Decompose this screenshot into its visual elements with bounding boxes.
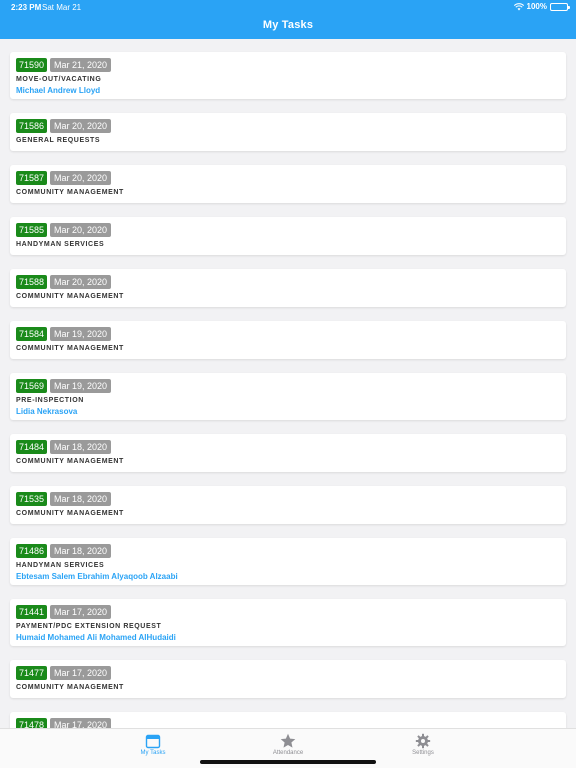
task-id-badge: 71586 — [16, 119, 48, 133]
battery-icon — [550, 2, 570, 11]
gear-icon — [415, 733, 431, 749]
task-badges: 71588 Mar 20, 2020 — [16, 275, 560, 289]
task-id-badge: 71486 — [16, 544, 48, 558]
task-category: COMMUNITY MANAGEMENT — [16, 345, 124, 352]
task-badges: 71584 Mar 19, 2020 — [16, 327, 560, 341]
task-card[interactable]: 71477 Mar 17, 2020 COMMUNITY MANAGEMENT — [10, 660, 566, 698]
task-badges: 71486 Mar 18, 2020 — [16, 544, 560, 558]
wifi-icon — [513, 2, 524, 10]
task-date-badge: Mar 19, 2020 — [50, 327, 112, 341]
task-card[interactable]: 71588 Mar 20, 2020 COMMUNITY MANAGEMENT — [10, 269, 566, 307]
task-badges: 71590 Mar 21, 2020 — [16, 58, 560, 72]
task-badges: 71484 Mar 18, 2020 — [16, 440, 560, 454]
task-badges: 71477 Mar 17, 2020 — [16, 666, 560, 680]
task-id-badge: 71588 — [16, 275, 48, 289]
task-card[interactable]: 71441 Mar 17, 2020 PAYMENT/PDC EXTENSION R… — [10, 599, 566, 646]
task-card[interactable]: 71584 Mar 19, 2020 COMMUNITY MANAGEMENT — [10, 321, 566, 359]
task-category: PAYMENT/PDC EXTENSION REQUEST — [16, 623, 162, 630]
task-id-badge: 71441 — [16, 605, 48, 619]
tab-my-tasks[interactable]: My Tasks — [123, 733, 183, 756]
task-card[interactable]: 71586 Mar 20, 2020 GENERAL REQUESTS — [10, 113, 566, 151]
page-title: My Tasks — [262, 19, 314, 31]
task-date-badge: Mar 19, 2020 — [50, 379, 112, 393]
task-card[interactable]: 71585 Mar 20, 2020 HANDYMAN SERVICES — [10, 217, 566, 255]
task-date-badge: Mar 20, 2020 — [50, 119, 112, 133]
task-date-badge: Mar 20, 2020 — [50, 275, 112, 289]
tab-settings[interactable]: Settings — [393, 733, 453, 756]
task-category: COMMUNITY MANAGEMENT — [16, 510, 124, 517]
task-id-badge: 71478 — [16, 718, 48, 728]
task-id-badge: 71569 — [16, 379, 48, 393]
task-list[interactable]: 71590 Mar 21, 2020 MOVE-OUT/VACATING Michae… — [0, 39, 576, 728]
task-category: MOVE-OUT/VACATING — [16, 76, 102, 83]
task-date-badge: Mar 17, 2020 — [50, 718, 112, 728]
status-bar: 2:23 PM Sat Mar 21 100% — [0, 0, 576, 14]
task-date-badge: Mar 20, 2020 — [50, 171, 112, 185]
task-badges: 71586 Mar 20, 2020 — [16, 119, 560, 133]
task-id-badge: 71590 — [16, 58, 48, 72]
task-date-badge: Mar 21, 2020 — [50, 58, 112, 72]
task-card[interactable]: 71590 Mar 21, 2020 MOVE-OUT/VACATING Michae… — [10, 52, 566, 99]
task-card[interactable]: 71478 Mar 17, 2020 — [10, 712, 566, 728]
task-date-badge: Mar 20, 2020 — [50, 223, 112, 237]
task-person-name: Humaid Mohamed Ali Mohamed AlHudaidi — [16, 633, 176, 642]
task-card[interactable]: 71569 Mar 19, 2020 PRE-INSPECTION Lidia Nek… — [10, 373, 566, 420]
task-category: PRE-INSPECTION — [16, 397, 84, 404]
star-icon — [280, 733, 296, 748]
battery-percentage: 100% — [526, 2, 547, 11]
status-indicators: 100% — [513, 2, 570, 11]
status-time: 2:23 PM — [11, 3, 42, 12]
task-card[interactable]: 71486 Mar 18, 2020 HANDYMAN SERVICES Ebtesa… — [10, 538, 566, 585]
tab-attendance[interactable]: Attendance — [258, 733, 318, 756]
task-badges: 71535 Mar 18, 2020 — [16, 492, 560, 506]
task-category: COMMUNITY MANAGEMENT — [16, 293, 124, 300]
task-category: COMMUNITY MANAGEMENT — [16, 189, 124, 196]
task-badges: 71569 Mar 19, 2020 — [16, 379, 560, 393]
tab-attendance-label: Attendance — [272, 750, 304, 756]
task-card[interactable]: 71484 Mar 18, 2020 COMMUNITY MANAGEMENT — [10, 434, 566, 472]
task-badges: 71587 Mar 20, 2020 — [16, 171, 560, 185]
navigation-header: 2:23 PM Sat Mar 21 100% My Tasks — [0, 0, 576, 39]
task-person-name: Ebtesam Salem Ebrahim Alyaqoob Alzaabi — [16, 572, 178, 581]
task-date-badge: Mar 17, 2020 — [50, 666, 112, 680]
task-date-badge: Mar 18, 2020 — [50, 544, 112, 558]
task-id-badge: 71477 — [16, 666, 48, 680]
tab-settings-label: Settings — [412, 750, 434, 756]
task-card[interactable]: 71587 Mar 20, 2020 COMMUNITY MANAGEMENT — [10, 165, 566, 203]
task-date-badge: Mar 17, 2020 — [50, 605, 112, 619]
task-category: COMMUNITY MANAGEMENT — [16, 458, 124, 465]
task-category: HANDYMAN SERVICES — [16, 562, 105, 569]
task-person-name: Michael Andrew Lloyd — [16, 86, 101, 95]
task-date-badge: Mar 18, 2020 — [50, 440, 112, 454]
task-id-badge: 71587 — [16, 171, 48, 185]
tab-my-tasks-label: My Tasks — [140, 750, 166, 756]
task-badges: 71441 Mar 17, 2020 — [16, 605, 560, 619]
task-badges: 71585 Mar 20, 2020 — [16, 223, 560, 237]
task-id-badge: 71585 — [16, 223, 48, 237]
task-category: HANDYMAN SERVICES — [16, 241, 105, 248]
calendar-icon — [145, 734, 161, 749]
task-badges: 71478 Mar 17, 2020 — [16, 718, 560, 728]
task-category: GENERAL REQUESTS — [16, 137, 101, 144]
task-date-badge: Mar 18, 2020 — [50, 492, 112, 506]
task-category: COMMUNITY MANAGEMENT — [16, 684, 124, 691]
task-id-badge: 71484 — [16, 440, 48, 454]
task-person-name: Lidia Nekrasova — [16, 407, 78, 416]
task-id-badge: 71584 — [16, 327, 48, 341]
task-id-badge: 71535 — [16, 492, 48, 506]
task-card[interactable]: 71535 Mar 18, 2020 COMMUNITY MANAGEMENT — [10, 486, 566, 524]
home-indicator — [200, 760, 376, 764]
status-date: Sat Mar 21 — [42, 3, 82, 12]
